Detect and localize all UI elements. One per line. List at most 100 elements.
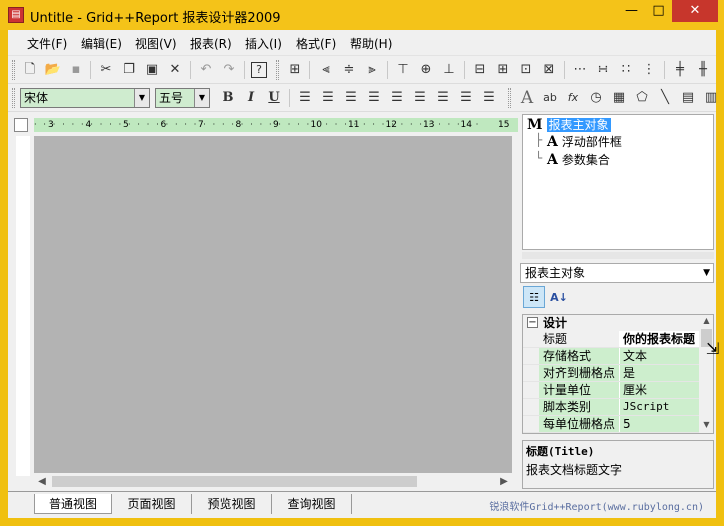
- menu-file[interactable]: 文件(F): [27, 35, 67, 52]
- title-bar[interactable]: ▤ Untitle - Grid++Report 报表设计器2009 — □ ✕: [0, 0, 724, 30]
- panel-splitter[interactable]: [522, 252, 714, 259]
- tree-item-floating[interactable]: A 浮动部件框: [547, 133, 622, 150]
- menu-insert[interactable]: 插入(I): [245, 35, 282, 52]
- delete-icon[interactable]: ✕: [165, 60, 185, 80]
- toolbar-grip[interactable]: [12, 88, 15, 108]
- align-top-icon[interactable]: ⊤: [393, 60, 413, 80]
- space-decrease-icon[interactable]: ∺: [593, 60, 613, 80]
- scroll-left-icon[interactable]: ◀: [34, 473, 50, 490]
- barcode-icon[interactable]: ▥: [701, 88, 721, 108]
- scroll-right-icon[interactable]: ▶: [496, 473, 512, 490]
- menu-view[interactable]: 视图(V): [135, 35, 177, 52]
- undo-icon[interactable]: ↶: [196, 60, 216, 80]
- new-file-icon[interactable]: 🗋: [20, 60, 40, 80]
- text-align-middle-center-icon[interactable]: ☰: [387, 88, 407, 108]
- memo-icon[interactable]: ▦: [609, 88, 629, 108]
- text-align-bottom-center-icon[interactable]: ☰: [410, 88, 430, 108]
- same-height-icon[interactable]: ⊞: [493, 60, 513, 80]
- tab-page-view[interactable]: 页面视图: [112, 494, 192, 514]
- space-remove-icon[interactable]: ∷: [616, 60, 636, 80]
- report-designer-icon[interactable]: ▤: [8, 7, 24, 23]
- text-align-top-center-icon[interactable]: ☰: [364, 88, 384, 108]
- italic-button[interactable]: I: [241, 88, 261, 108]
- scroll-down-icon[interactable]: ▼: [699, 419, 713, 431]
- same-width-icon[interactable]: ⊟: [470, 60, 490, 80]
- copy-icon[interactable]: ❐: [119, 60, 139, 80]
- property-value[interactable]: 厘米: [620, 382, 699, 398]
- system-var-icon[interactable]: ◷: [586, 88, 606, 108]
- paste-icon[interactable]: ▣: [142, 60, 162, 80]
- text-align-bottom-left-icon[interactable]: ☰: [341, 88, 361, 108]
- property-category[interactable]: − 设计: [523, 315, 699, 331]
- text-align-bottom-right-icon[interactable]: ☰: [479, 88, 499, 108]
- categorized-icon[interactable]: ☷: [523, 286, 545, 308]
- help-icon[interactable]: ?: [251, 62, 267, 78]
- underline-button[interactable]: U: [264, 88, 284, 108]
- chevron-down-icon[interactable]: ▼: [194, 89, 209, 107]
- property-value[interactable]: 你的报表标题: [620, 331, 699, 347]
- static-text-icon[interactable]: A: [517, 88, 537, 108]
- toolbar-grip[interactable]: [12, 60, 15, 80]
- tree-root[interactable]: M 报表主对象: [527, 116, 611, 133]
- close-button[interactable]: ✕: [672, 0, 718, 22]
- property-value[interactable]: 文本: [620, 348, 699, 364]
- tab-normal-view[interactable]: 普通视图: [34, 494, 112, 514]
- tab-preview-view[interactable]: 预览视图: [192, 494, 272, 514]
- toolbar-grip[interactable]: [276, 60, 279, 80]
- align-right-icon[interactable]: ⫸: [362, 60, 382, 80]
- chevron-down-icon[interactable]: ▼: [703, 264, 710, 282]
- font-name-select[interactable]: 宋体 ▼: [20, 88, 150, 108]
- picture-icon[interactable]: ▤: [678, 88, 698, 108]
- property-value[interactable]: 5: [620, 416, 699, 432]
- chevron-down-icon[interactable]: ▼: [134, 89, 149, 107]
- object-selector[interactable]: 报表主对象 ▼: [520, 263, 714, 283]
- menu-report[interactable]: 报表(R): [190, 35, 232, 52]
- text-align-middle-right-icon[interactable]: ☰: [456, 88, 476, 108]
- bold-button[interactable]: B: [218, 88, 238, 108]
- same-size-icon[interactable]: ⊡: [516, 60, 536, 80]
- scroll-thumb[interactable]: [52, 476, 417, 487]
- menu-edit[interactable]: 编辑(E): [81, 35, 122, 52]
- text-align-top-right-icon[interactable]: ☰: [433, 88, 453, 108]
- line-icon[interactable]: ╲: [655, 88, 675, 108]
- space-equal-icon[interactable]: ⋯: [570, 60, 590, 80]
- cut-icon[interactable]: ✂: [96, 60, 116, 80]
- redo-icon[interactable]: ↷: [219, 60, 239, 80]
- horizontal-scrollbar[interactable]: ◀ ▶: [34, 473, 512, 490]
- report-canvas[interactable]: [34, 136, 512, 473]
- ruler-corner[interactable]: [14, 118, 28, 132]
- align-bottom-icon[interactable]: ⊥: [439, 60, 459, 80]
- property-grid[interactable]: − 设计 标题 你的报表标题 存储格式 文本 对齐到栅格点 是 计量单位 厘米 …: [522, 314, 714, 434]
- property-row[interactable]: 每单位栅格点 5: [523, 416, 699, 433]
- space-horizontal-icon[interactable]: ⊠: [539, 60, 559, 80]
- object-tree[interactable]: M 报表主对象 ├ A 浮动部件框 └ A 参数集合: [522, 114, 714, 250]
- open-folder-icon[interactable]: 📂: [43, 60, 63, 80]
- property-row[interactable]: 对齐到栅格点 是: [523, 365, 699, 382]
- vertical-scrollbar[interactable]: ▲ ▼: [699, 315, 713, 433]
- formula-icon[interactable]: fx: [563, 88, 583, 108]
- field-box-icon[interactable]: ab: [540, 88, 560, 108]
- tree-item-parameters[interactable]: A 参数集合: [547, 151, 610, 168]
- property-row[interactable]: 标题 你的报表标题: [523, 331, 699, 348]
- scroll-up-icon[interactable]: ▲: [699, 315, 713, 327]
- menu-format[interactable]: 格式(F): [296, 35, 336, 52]
- property-value[interactable]: 是: [620, 365, 699, 381]
- save-icon[interactable]: ▪: [66, 60, 86, 80]
- sort-az-icon[interactable]: A↓: [548, 286, 570, 308]
- brand-link[interactable]: 锐浪软件Grid++Report(www.rubylong.cn): [489, 498, 704, 513]
- minimize-button[interactable]: —: [618, 0, 645, 22]
- property-row[interactable]: 脚本类别 JScript: [523, 399, 699, 416]
- collapse-icon[interactable]: −: [527, 317, 538, 328]
- grid-icon[interactable]: ⊞: [285, 60, 305, 80]
- maximize-button[interactable]: □: [645, 0, 672, 22]
- tree-root-label[interactable]: 报表主对象: [546, 118, 611, 132]
- font-size-select[interactable]: 五号 ▼: [155, 88, 210, 108]
- property-row[interactable]: 计量单位 厘米: [523, 382, 699, 399]
- text-align-middle-left-icon[interactable]: ☰: [318, 88, 338, 108]
- align-middle-icon[interactable]: ⊕: [416, 60, 436, 80]
- tab-query-view[interactable]: 查询视图: [272, 494, 352, 514]
- horizontal-ruler[interactable]: · · · · · · · · · · · · · · · · · · · · · · · · · · · · · · · · · · · · · · · ·…: [34, 118, 518, 132]
- text-align-top-left-icon[interactable]: ☰: [295, 88, 315, 108]
- vertical-ruler[interactable]: [16, 136, 30, 476]
- property-value[interactable]: JScript: [620, 399, 699, 415]
